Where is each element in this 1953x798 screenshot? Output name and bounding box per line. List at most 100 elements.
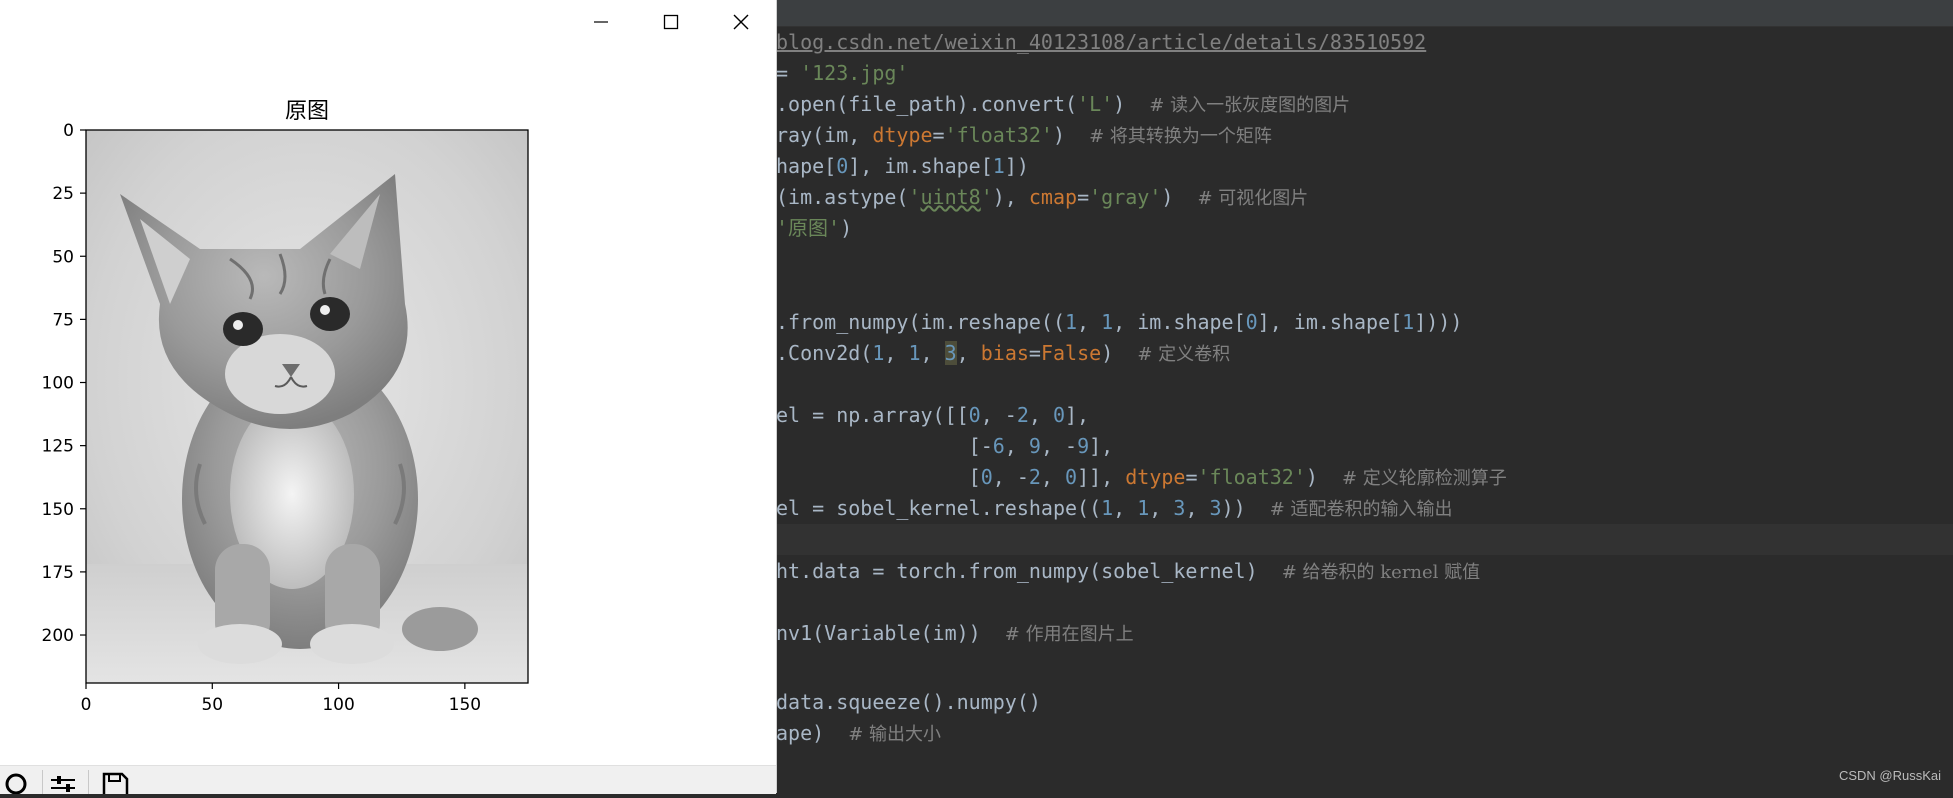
code-token: 1 [908, 341, 921, 365]
code-line[interactable]: [-6, 9, -9], [776, 431, 1114, 462]
code-token: 'L' [1077, 92, 1114, 116]
code-token: uint8 [920, 185, 981, 209]
code-token: ], [1065, 403, 1090, 427]
code-token: - [980, 434, 993, 458]
code-token: 6 [992, 434, 1005, 458]
zoom-button[interactable] [2, 768, 36, 795]
code-token: , [920, 341, 945, 365]
code-token: , - [992, 465, 1029, 489]
toolbar-separator [42, 770, 43, 794]
close-icon [733, 14, 749, 30]
x-tick-label: 0 [81, 695, 92, 715]
code-token: ) [840, 216, 853, 240]
y-tick-label: 200 [42, 626, 74, 646]
toolbar-separator [88, 770, 89, 794]
x-tick-label: 150 [449, 695, 481, 715]
code-token: hape[ [776, 154, 837, 178]
code-token: 1 [1064, 310, 1078, 334]
code-token: 1 [1137, 496, 1150, 520]
code-line[interactable]: (im.astype('uint8'), cmap='gray') # 可视化图… [776, 182, 1308, 213]
figure-toolbar[interactable] [0, 765, 776, 798]
code-token: = [932, 123, 945, 147]
code-line[interactable]: = '123.jpg' [776, 58, 908, 89]
x-tick-label: 100 [322, 695, 354, 715]
code-token: # 给卷积的 kernel 赋值 [1281, 562, 1481, 583]
code-token: , [1113, 496, 1138, 520]
code-token: dtype [1125, 465, 1186, 489]
code-token: , [1185, 496, 1210, 520]
code-token: , [1040, 465, 1066, 489]
code-line[interactable]: nv1(Variable(im)) # 作用在图片上 [776, 618, 1134, 649]
code-token: ], [1089, 434, 1114, 458]
code-token: 1 [1101, 496, 1114, 520]
y-tick-label: 125 [42, 437, 74, 457]
editor-tab-bar [776, 0, 1953, 27]
code-token: ht.data = torch.from_numpy(sobel_kernel) [776, 559, 1282, 583]
code-token: el = sobel_kernel.reshape(( [776, 496, 1102, 520]
code-token: 0 [980, 465, 993, 489]
code-line[interactable]: '原图') [776, 213, 852, 244]
code-token: = [1185, 465, 1198, 489]
figure-window[interactable]: 原图 0 50 100 150 0 25 50 75 100 125 150 175 200 [0, 0, 777, 798]
close-button[interactable] [706, 0, 776, 44]
code-token: 0 [836, 154, 849, 178]
code-token: .Conv2d( [776, 341, 873, 365]
maximize-button[interactable] [636, 0, 706, 44]
code-token: blog.csdn.net/weixin_40123108/article/de… [776, 30, 1427, 54]
code-token: ray(im, [776, 123, 873, 147]
image-content [86, 130, 528, 683]
code-line[interactable]: el = np.array([[0, -2, 0], [776, 400, 1089, 431]
x-tick-label: 50 [201, 695, 223, 715]
code-token: )) [1221, 496, 1270, 520]
code-token: 0 [1245, 310, 1258, 334]
code-token: 'float32' [1197, 465, 1306, 489]
plot-area: 原图 0 50 100 150 0 25 50 75 100 125 150 175 200 [42, 99, 529, 715]
code-token: # 作用在图片上 [1004, 624, 1134, 645]
code-token: ], im.shape[ [1257, 310, 1403, 334]
code-token: , - [980, 403, 1017, 427]
code-line[interactable]: hape[0], im.shape[1]) [776, 151, 1029, 182]
code-token: 9 [1077, 434, 1090, 458]
minimize-icon [594, 21, 608, 23]
code-line[interactable]: ape) # 输出大小 [776, 718, 941, 749]
code-token: , [956, 341, 981, 365]
current-line[interactable] [776, 524, 1953, 555]
y-tick-label: 100 [42, 374, 74, 394]
code-token: bias [980, 341, 1029, 365]
code-token: data.squeeze().numpy() [776, 690, 1041, 714]
code-token: .from_numpy(im.reshape(( [776, 310, 1065, 334]
code-token: # 适配卷积的输入输出 [1269, 499, 1453, 520]
code-token: ape) [776, 721, 849, 745]
code-token: 1 [872, 341, 885, 365]
maximize-icon [663, 14, 679, 30]
code-token: , [1149, 496, 1174, 520]
code-line[interactable]: el = sobel_kernel.reshape((1, 1, 3, 3)) … [776, 493, 1453, 524]
code-token: # 可视化图片 [1197, 188, 1309, 209]
code-token: , [1028, 403, 1053, 427]
code-token: 2 [1016, 403, 1029, 427]
window-title-bar[interactable] [0, 0, 776, 44]
code-token: 1 [1402, 310, 1415, 334]
code-token: # 输出大小 [848, 724, 942, 745]
code-token: , [1004, 434, 1029, 458]
code-line[interactable]: ht.data = torch.from_numpy(sobel_kernel)… [776, 556, 1480, 587]
code-line[interactable]: .open(file_path).convert('L') # 读入一张灰度图的… [776, 89, 1350, 120]
code-token: = [1028, 341, 1041, 365]
code-token: 2 [1028, 465, 1041, 489]
configure-subplots-button[interactable] [48, 768, 82, 794]
minimize-button[interactable] [566, 0, 636, 44]
code-token: nv1(Variable(im)) [776, 621, 1005, 645]
y-tick-label: 25 [52, 184, 74, 204]
save-figure-button[interactable] [100, 768, 134, 798]
code-line[interactable]: [0, -2, 0]], dtype='float32') # 定义轮廓检测算子 [776, 462, 1507, 493]
code-token: ) [1101, 341, 1138, 365]
code-line[interactable]: ray(im, dtype='float32') # 将其转换为一个矩阵 [776, 120, 1272, 151]
code-token: ) [1052, 123, 1090, 147]
code-token: 1 [992, 154, 1005, 178]
code-token: [ [776, 434, 981, 458]
code-line[interactable]: blog.csdn.net/weixin_40123108/article/de… [776, 27, 1426, 58]
code-line[interactable]: .from_numpy(im.reshape((1, 1, im.shape[0… [776, 307, 1462, 338]
code-line[interactable]: data.squeeze().numpy() [776, 687, 1041, 718]
code-line[interactable]: .Conv2d(1, 1, 3, bias=False) # 定义卷积 [776, 338, 1230, 369]
figure-canvas[interactable]: 原图 0 50 100 150 0 25 50 75 100 125 150 175 200 [0, 44, 776, 765]
